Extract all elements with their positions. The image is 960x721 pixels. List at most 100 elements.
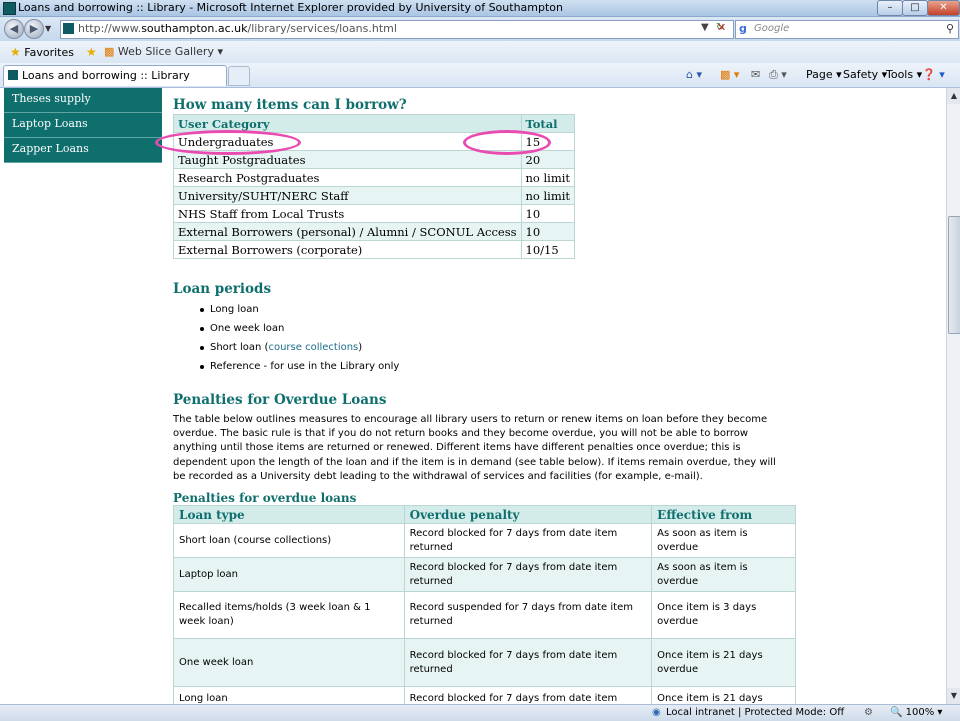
favorites-bar: ★ Favorites ★ ▩ Web Slice Gallery ▾ — [0, 41, 960, 64]
search-icon[interactable]: ⚲ — [946, 22, 954, 35]
read-mail-icon[interactable]: ✉ — [751, 68, 760, 81]
penalties-table-heading: Penalties for overdue loans — [173, 491, 357, 505]
add-favorites-icon[interactable]: ★ — [86, 45, 97, 59]
google-icon: g — [739, 22, 747, 35]
table-row: Recalled items/holds (3 week loan & 1 we… — [173, 591, 796, 639]
sidebar-item-zapper-loans[interactable]: Zapper Loans — [4, 138, 162, 163]
table-row: Laptop loan Record blocked for 7 days fro… — [173, 557, 796, 592]
site-favicon-icon — [63, 23, 74, 34]
list-item: One week loan — [173, 319, 399, 338]
forward-button[interactable]: ▶ — [24, 19, 44, 39]
penalties-table: Loan type Overdue penalty Effective from… — [173, 505, 796, 704]
user-category-cell: External Borrowers (corporate) — [173, 240, 522, 259]
effective-cell: Once item is 21 days — [651, 686, 796, 704]
zone-status: Local intranet | Protected Mode: Off — [666, 707, 845, 718]
loan-type-cell: Long loan — [173, 686, 405, 704]
status-bar: ◉ Local intranet | Protected Mode: Off ⚙… — [0, 704, 960, 721]
ie-page-icon — [3, 2, 16, 15]
loan-periods-heading: Loan periods — [173, 281, 272, 297]
url-text: http://www.southampton.ac.uk/library/ser… — [78, 22, 397, 35]
table-row: Research Postgraduates no limit — [173, 168, 576, 187]
effective-cell: As soon as item is overdue — [651, 523, 796, 558]
close-button[interactable]: ✕ — [927, 0, 960, 16]
zoom-level[interactable]: 🔍 100% ▾ — [890, 707, 942, 718]
recent-pages-dropdown-icon[interactable]: ▼ — [45, 24, 51, 33]
table-row: University/SUHT/NERC Staff no limit — [173, 186, 576, 205]
loan-periods-list: Long loan One week loan Short loan (cour… — [173, 300, 399, 376]
maximize-button[interactable]: □ — [902, 0, 928, 16]
user-category-cell: Research Postgraduates — [173, 168, 522, 187]
highlight-undergraduates-ellipse — [155, 130, 301, 155]
list-item: Long loan — [173, 300, 399, 319]
penalty-cell: Record suspended for 7 days from date it… — [403, 591, 653, 639]
course-collections-link[interactable]: course collections — [268, 342, 358, 353]
loan-type-cell: Short loan (course collections) — [173, 523, 405, 558]
total-cell: no limit — [520, 168, 576, 187]
tab-bar: Loans and borrowing :: Library ⌂ ▾ ▩ ▾ ✉… — [0, 63, 960, 88]
tools-menu[interactable]: Tools ▾ — [886, 68, 922, 81]
tab-loans-borrowing[interactable]: Loans and borrowing :: Library — [3, 65, 227, 86]
scroll-thumb[interactable] — [948, 216, 960, 334]
title-bar: Loans and borrowing :: Library - Microso… — [0, 0, 960, 17]
page-menu[interactable]: Page ▾ — [806, 68, 842, 81]
globe-icon: ◉ — [652, 707, 661, 718]
tab-title: Loans and borrowing :: Library — [22, 69, 190, 82]
table-row: External Borrowers (corporate) 10/15 — [173, 240, 576, 259]
feeds-icon[interactable]: ▩ ▾ — [720, 68, 739, 81]
penalty-cell: Record blocked for 7 days from date item… — [403, 523, 653, 558]
penalty-cell: Record blocked for 7 days from date item… — [403, 557, 653, 592]
penalties-intro-text: The table below outlines measures to enc… — [173, 414, 776, 482]
table-row: Short loan (course collections) Record bl… — [173, 523, 796, 558]
web-slice-gallery-button[interactable]: ▩ Web Slice Gallery ▾ — [104, 45, 223, 58]
penalties-heading: Penalties for Overdue Loans — [173, 392, 387, 408]
search-placeholder: Google — [754, 23, 790, 34]
effective-cell: Once item is 21 days overdue — [651, 638, 796, 687]
tab-favicon-icon — [8, 70, 18, 80]
table-row: External Borrowers (personal) / Alumni /… — [173, 222, 576, 241]
borrow-heading: How many items can I borrow? — [173, 97, 407, 113]
print-icon[interactable]: ⎙ ▾ — [769, 68, 787, 82]
list-item: Reference - for use in the Library only — [173, 357, 399, 376]
column-header: Total — [520, 114, 576, 133]
address-dropdown-icon[interactable]: ▼ — [701, 22, 709, 33]
table-header-row: Loan type Overdue penalty Effective from — [173, 505, 796, 524]
total-cell: 10 — [520, 222, 576, 241]
user-category-cell: NHS Staff from Local Trusts — [173, 204, 522, 223]
sidebar-nav: Theses supply Laptop Loans Zapper Loans — [4, 88, 162, 163]
home-icon[interactable]: ⌂ ▾ — [686, 68, 702, 81]
scroll-down-arrow-icon[interactable]: ▼ — [947, 688, 960, 704]
column-header: Effective from — [651, 505, 796, 524]
help-icon[interactable]: ❓ ▾ — [922, 68, 945, 81]
loan-type-cell: One week loan — [173, 638, 405, 687]
penalty-cell: Record blocked for 7 days from date item… — [403, 638, 653, 687]
effective-cell: As soon as item is overdue — [651, 557, 796, 592]
favorites-button[interactable]: ★ Favorites — [10, 45, 74, 59]
stop-icon[interactable]: ✕ — [717, 21, 726, 34]
address-input[interactable]: http://www.southampton.ac.uk/library/ser… — [60, 20, 734, 39]
minimize-button[interactable]: – — [877, 0, 903, 16]
address-toolbar: ◀ ▶ ▼ http://www.southampton.ac.uk/libra… — [0, 17, 960, 41]
user-category-cell: University/SUHT/NERC Staff — [173, 186, 522, 205]
table-row: Long loan Record blocked for 7 days from … — [173, 686, 796, 704]
loan-type-cell: Laptop loan — [173, 557, 405, 592]
vertical-scrollbar[interactable]: ▲ ▼ — [946, 88, 960, 704]
window-title: Loans and borrowing :: Library - Microso… — [18, 1, 563, 14]
total-cell: 10 — [520, 204, 576, 223]
effective-cell: Once item is 3 days overdue — [651, 591, 796, 639]
column-header: Loan type — [173, 505, 405, 524]
list-item: Short loan (course collections) — [173, 338, 399, 357]
sidebar-item-laptop-loans[interactable]: Laptop Loans — [4, 113, 162, 138]
total-cell: 10/15 — [520, 240, 576, 259]
user-category-cell: External Borrowers (personal) / Alumni /… — [173, 222, 522, 241]
penalty-cell: Record blocked for 7 days from date item… — [403, 686, 653, 704]
back-button[interactable]: ◀ — [4, 19, 24, 39]
total-cell: no limit — [520, 186, 576, 205]
new-tab-button[interactable] — [228, 66, 250, 86]
scroll-up-arrow-icon[interactable]: ▲ — [947, 88, 960, 104]
safety-menu[interactable]: Safety ▾ — [843, 68, 887, 81]
page-content: Theses supply Laptop Loans Zapper Loans … — [0, 88, 946, 704]
sidebar-item-theses-supply[interactable]: Theses supply — [4, 88, 162, 113]
protected-mode-icon[interactable]: ⚙ — [864, 707, 873, 718]
search-input[interactable]: g Google ⚲ — [735, 20, 959, 39]
table-row: One week loan Record blocked for 7 days f… — [173, 638, 796, 687]
